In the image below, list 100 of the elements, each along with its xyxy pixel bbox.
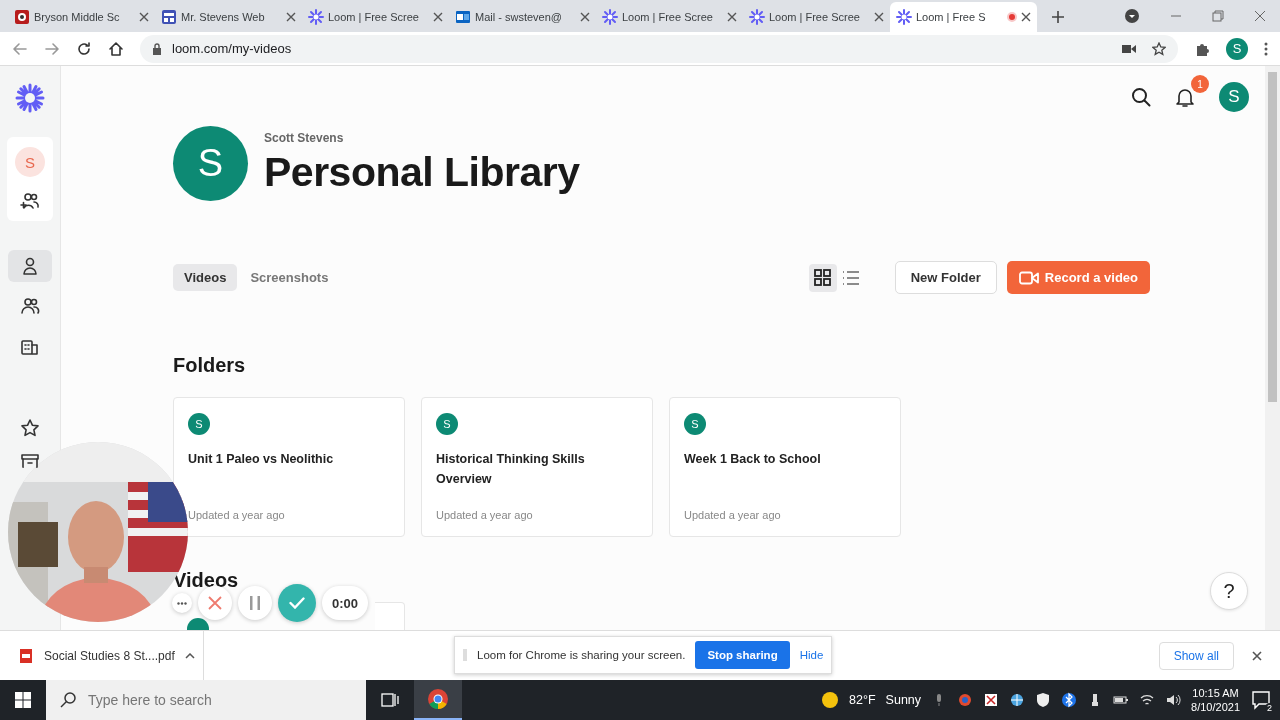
owner-name: Scott Stevens: [264, 131, 345, 145]
tab-title: Mail - swsteven@: [475, 11, 563, 23]
pause-icon: [250, 596, 260, 610]
pause-button[interactable]: [238, 586, 272, 620]
folder-card[interactable]: S Historical Thinking Skills Overview Updated a year ago: [421, 397, 653, 537]
taskbar-search-box[interactable]: Type here to search: [46, 680, 366, 720]
close-icon[interactable]: [139, 12, 149, 22]
reload-icon[interactable]: [76, 40, 92, 57]
dropdown-icon[interactable]: [1124, 8, 1140, 24]
close-icon[interactable]: [1254, 10, 1266, 22]
sun-icon[interactable]: [821, 691, 840, 709]
close-icon[interactable]: [580, 12, 590, 22]
more-button[interactable]: [172, 593, 192, 613]
forward-icon[interactable]: [44, 40, 60, 57]
search-icon[interactable]: [1131, 87, 1151, 107]
browser-taskbar-button[interactable]: [414, 680, 462, 720]
sidebar-item[interactable]: [18, 452, 42, 468]
section-heading: Videos: [173, 569, 239, 592]
tab-title: Loom | Free Scree: [622, 11, 714, 23]
close-icon[interactable]: [727, 12, 737, 22]
page-layout-icon: [161, 9, 177, 25]
clock-time[interactable]: 10:15 AM: [1192, 686, 1239, 700]
weather-text[interactable]: Sunny: [885, 693, 922, 707]
browser-tab[interactable]: Mail - swsteven@: [449, 2, 596, 32]
browser-tab[interactable]: Loom | Free Scree: [743, 2, 890, 32]
scrollbar[interactable]: [1265, 66, 1280, 630]
browser-tab[interactable]: Loom | Free S: [890, 2, 1037, 32]
notification-badge: 1: [1191, 75, 1209, 93]
star-icon[interactable]: [1152, 41, 1166, 56]
folder-avatar: S: [436, 413, 458, 435]
folder-name: Unit 1 Paleo vs Neolithic: [188, 451, 335, 468]
more-icon[interactable]: [1264, 41, 1268, 56]
tab-title: Loom | Free Scree: [769, 11, 861, 23]
task-view-icon: [381, 692, 399, 708]
chevron-up-icon[interactable]: [184, 652, 195, 659]
new-tab-icon[interactable]: [1051, 10, 1065, 24]
bluetooth-icon[interactable]: [1061, 692, 1078, 708]
home-icon[interactable]: [108, 40, 124, 57]
address-field[interactable]: loom.com/my-videos: [140, 34, 1178, 63]
recording-timer: 0:00: [322, 586, 369, 620]
folder-name: Historical Thinking Skills Overview: [436, 451, 586, 488]
section-heading: Folders: [173, 354, 246, 377]
help-button[interactable]: ?: [1210, 572, 1248, 610]
close-icon[interactable]: [433, 12, 443, 22]
drag-handle-icon[interactable]: [463, 649, 467, 661]
globe-icon[interactable]: [1009, 692, 1026, 708]
windows-icon: [15, 692, 31, 708]
add-people-icon[interactable]: [20, 191, 40, 211]
folder-card[interactable]: S Week 1 Back to School Updated a year ago: [669, 397, 901, 537]
close-icon: [208, 596, 222, 610]
new-folder-button[interactable]: New Folder: [894, 261, 997, 294]
starburst-icon: [602, 9, 618, 25]
recording-dot-icon: [1007, 12, 1017, 22]
view-toggle[interactable]: [808, 263, 837, 292]
folder-updated: Updated a year ago: [684, 509, 782, 521]
profile-avatar[interactable]: S: [1226, 37, 1248, 60]
restore-icon[interactable]: [1212, 10, 1224, 22]
starburst-logo-icon[interactable]: [15, 83, 45, 113]
download-filename[interactable]: Social Studies 8 St....pdf: [44, 648, 175, 663]
sidebar-item[interactable]: [8, 250, 52, 282]
hide-link[interactable]: Hide: [799, 649, 824, 661]
close-icon[interactable]: [874, 12, 884, 22]
starburst-icon: [308, 9, 324, 25]
speaker-icon[interactable]: [1165, 692, 1182, 708]
video-camera-icon: [1018, 270, 1039, 285]
user-avatar[interactable]: S: [1219, 82, 1249, 112]
library-tab[interactable]: Videos: [173, 264, 238, 291]
envelope-icon: [455, 9, 471, 25]
folder-name: Week 1 Back to School: [684, 451, 822, 468]
browser-tab[interactable]: Bryson Middle Sc: [8, 2, 155, 32]
tab-title: Mr. Stevens Web: [181, 11, 266, 23]
tab-title: Bryson Middle Sc: [34, 11, 121, 23]
cancel-button[interactable]: [198, 586, 232, 620]
folder-card[interactable]: S Unit 1 Paleo vs Neolithic Updated a year ago: [173, 397, 405, 537]
temperature[interactable]: 82°F: [849, 693, 876, 707]
stop-sharing-button[interactable]: Stop sharing: [695, 641, 790, 669]
browser-tab[interactable]: Mr. Stevens Web: [155, 2, 302, 32]
page-title: Personal Library: [264, 149, 580, 196]
library-avatar: S: [173, 126, 248, 201]
archive-icon: [20, 452, 40, 468]
camera-icon[interactable]: [1122, 43, 1136, 54]
folder-updated: Updated a year ago: [188, 509, 286, 521]
notification-count: 2: [1265, 703, 1274, 713]
browser-tab[interactable]: Loom | Free Scree: [302, 2, 449, 32]
notification-center-icon[interactable]: [1250, 689, 1272, 711]
tab-title: Loom | Free S: [916, 11, 987, 23]
close-icon[interactable]: [1252, 650, 1262, 661]
library-tab[interactable]: Screenshots: [239, 264, 340, 291]
starburst-icon: [896, 9, 912, 25]
search-icon: [60, 692, 76, 708]
list-view-icon: [841, 268, 861, 287]
close-box-icon[interactable]: [983, 692, 1000, 708]
close-icon[interactable]: [286, 12, 296, 22]
back-icon[interactable]: [12, 40, 28, 57]
colorful-app-icon[interactable]: [957, 692, 974, 708]
close-icon[interactable]: [1021, 12, 1031, 22]
sharing-message: Loom for Chrome is sharing your screen.: [477, 649, 686, 661]
show-all-button[interactable]: Show all: [1158, 641, 1234, 670]
clock-date[interactable]: 8/10/2021: [1191, 700, 1240, 714]
browser-tab[interactable]: Loom | Free Scree: [596, 2, 743, 32]
